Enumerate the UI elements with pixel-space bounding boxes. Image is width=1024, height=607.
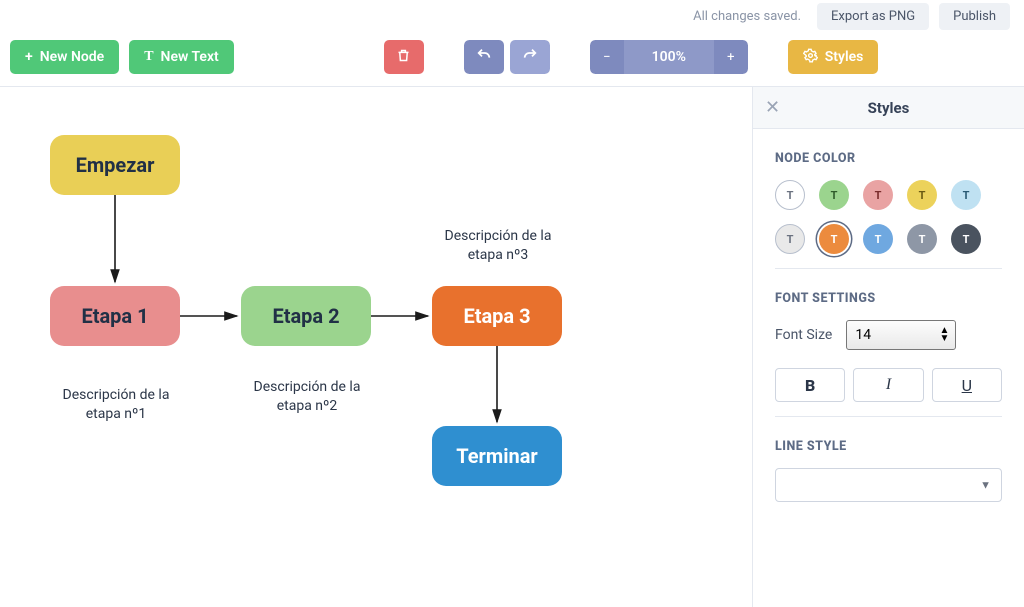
color-swatch[interactable]: T (907, 224, 937, 254)
font-size-value: 14 (855, 327, 871, 343)
save-status: All changes saved. (693, 9, 801, 24)
undo-button[interactable] (464, 40, 504, 74)
color-swatch[interactable]: T (863, 180, 893, 210)
node-stage2[interactable]: Etapa 2 (241, 286, 371, 346)
line-style-select[interactable]: ▼ (775, 468, 1002, 502)
color-swatch[interactable]: T (775, 180, 805, 210)
gear-icon (803, 48, 818, 67)
topbar: All changes saved. Export as PNG Publish (0, 0, 1024, 32)
divider (775, 268, 1002, 269)
minus-icon: − (603, 50, 611, 65)
underline-icon: U (962, 376, 972, 395)
node-stage1[interactable]: Etapa 1 (50, 286, 180, 346)
zoom-out-button[interactable]: − (590, 40, 624, 74)
node-color-heading: NODE COLOR (775, 151, 1002, 166)
publish-button[interactable]: Publish (939, 3, 1010, 30)
color-swatch[interactable]: T (819, 180, 849, 210)
history-group (464, 40, 550, 74)
chevron-updown-icon: ▲▼ (939, 327, 949, 343)
chevron-down-icon: ▼ (980, 479, 991, 492)
new-text-button[interactable]: T New Text (129, 40, 234, 74)
zoom-in-button[interactable]: + (714, 40, 748, 74)
font-settings-heading: FONT SETTINGS (775, 291, 1002, 306)
node-stage3[interactable]: Etapa 3 (432, 286, 562, 346)
font-size-label: Font Size (775, 327, 832, 343)
color-swatch[interactable]: T (863, 224, 893, 254)
italic-icon: I (886, 376, 891, 394)
styles-button[interactable]: Styles (788, 40, 879, 74)
zoom-value: 100% (624, 40, 714, 74)
redo-icon (522, 47, 538, 67)
bold-icon: B (805, 376, 815, 395)
description-d2[interactable]: Descripción de laetapa nº2 (247, 378, 367, 416)
redo-button[interactable] (510, 40, 550, 74)
description-d3[interactable]: Descripción de laetapa nº3 (438, 227, 558, 265)
bold-button[interactable]: B (775, 368, 845, 402)
new-node-button[interactable]: + New Node (10, 40, 119, 74)
close-icon[interactable]: ✕ (765, 97, 780, 118)
color-swatch[interactable]: T (819, 224, 849, 254)
plus-icon: + (727, 50, 735, 65)
color-swatch[interactable]: T (951, 180, 981, 210)
zoom-group: − 100% + (590, 40, 748, 74)
node-end[interactable]: Terminar (432, 426, 562, 486)
color-swatch[interactable]: T (951, 224, 981, 254)
underline-button[interactable]: U (932, 368, 1002, 402)
undo-icon (476, 47, 492, 67)
styles-label: Styles (825, 49, 864, 65)
color-swatch[interactable]: T (775, 224, 805, 254)
description-d1[interactable]: Descripción de laetapa nº1 (56, 386, 176, 424)
delete-button[interactable] (384, 40, 424, 74)
color-swatch[interactable]: T (907, 180, 937, 210)
new-text-label: New Text (161, 49, 219, 65)
text-icon: T (144, 49, 153, 65)
trash-icon (396, 48, 411, 67)
toolbar: + New Node T New Text − 100% + (0, 32, 1024, 87)
new-node-label: New Node (40, 49, 105, 65)
styles-panel: ✕ Styles NODE COLOR TTTTTTTTTT FONT SETT… (752, 87, 1024, 607)
workspace: Empezar Etapa 1 Etapa 2 Etapa 3 Terminar Des… (0, 87, 1024, 607)
italic-button[interactable]: I (853, 368, 923, 402)
divider (775, 416, 1002, 417)
panel-header: ✕ Styles (753, 87, 1024, 129)
export-png-button[interactable]: Export as PNG (817, 3, 929, 30)
line-style-heading: LINE STYLE (775, 439, 1002, 454)
node-start[interactable]: Empezar (50, 135, 180, 195)
panel-title: Styles (753, 99, 1024, 117)
plus-icon: + (25, 49, 33, 65)
font-size-select[interactable]: 14 ▲▼ (846, 320, 956, 350)
canvas[interactable]: Empezar Etapa 1 Etapa 2 Etapa 3 Terminar Des… (0, 87, 752, 607)
